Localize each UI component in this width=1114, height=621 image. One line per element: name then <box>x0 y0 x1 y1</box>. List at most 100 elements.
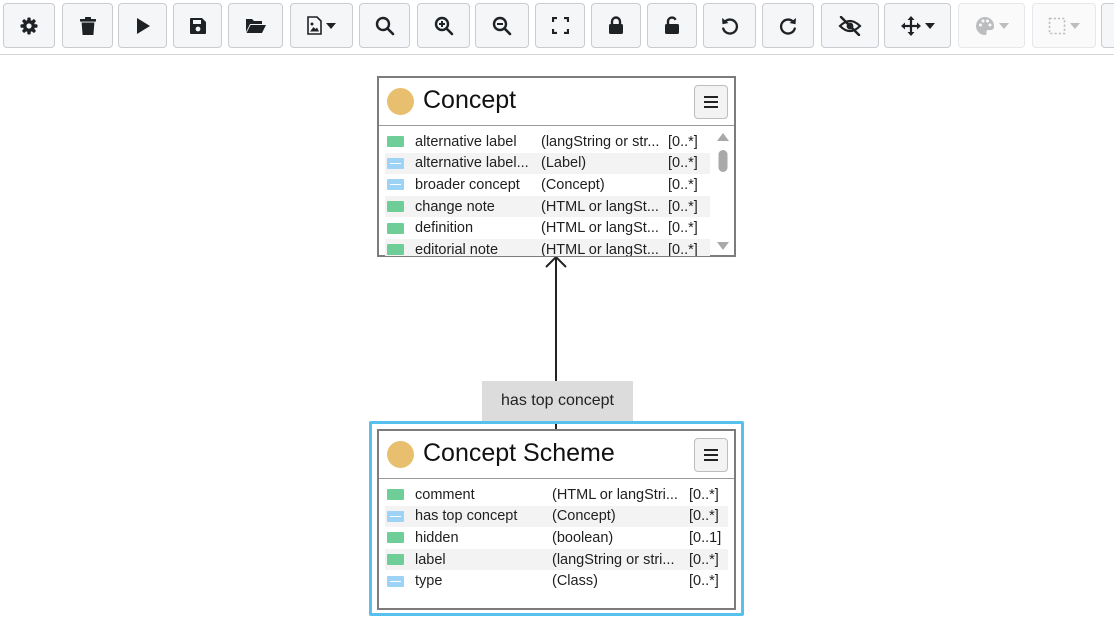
property-row[interactable]: has top concept (Concept) [0..*] <box>385 505 728 528</box>
search-button[interactable] <box>359 3 410 48</box>
property-cardinality: [0..*] <box>689 551 719 568</box>
property-row[interactable]: label (langString or stri... [0..*] <box>385 548 728 571</box>
delete-button[interactable] <box>62 3 113 48</box>
redo-button[interactable] <box>762 3 814 48</box>
toolbar <box>0 0 1114 55</box>
dashed-square-icon <box>1048 17 1066 34</box>
relation-arrow-icon <box>387 179 404 191</box>
property-cardinality: [0..*] <box>668 155 698 172</box>
property-row[interactable]: alternative label (langString or str... [0… <box>385 131 710 153</box>
property-scrollbar[interactable] <box>716 130 730 254</box>
property-row[interactable]: hidden (boolean) [0..1] <box>385 527 728 549</box>
property-range: (Class) <box>552 573 598 590</box>
class-menu-button[interactable] <box>694 438 728 472</box>
property-cardinality: [0..*] <box>689 573 719 590</box>
chevron-down-icon <box>1070 22 1080 29</box>
property-cardinality: [0..*] <box>689 508 719 525</box>
unlock-button[interactable] <box>647 3 697 48</box>
more-toolbar-button[interactable] <box>1101 3 1114 48</box>
property-cardinality: [0..*] <box>668 176 698 193</box>
relation-arrow-icon <box>387 575 404 587</box>
class-title: Concept <box>423 86 517 114</box>
property-name: type <box>415 573 443 590</box>
property-name: broader concept <box>415 176 520 193</box>
property-row[interactable]: definition (HTML or langSt... [0..*] <box>385 217 710 239</box>
fit-view-button[interactable] <box>535 3 585 48</box>
class-type-dot <box>387 88 414 115</box>
attribute-icon <box>387 136 404 148</box>
file-image-icon <box>307 16 322 35</box>
chevron-down-icon <box>998 22 1009 29</box>
hamburger-menu-icon <box>704 449 718 461</box>
property-list[interactable]: alternative label (langString or str... [0… <box>385 131 710 256</box>
unlock-icon <box>665 16 679 34</box>
scroll-up-icon <box>717 133 729 141</box>
export-image-button[interactable] <box>290 3 353 48</box>
relation-arrow-icon <box>387 510 404 522</box>
move-button[interactable] <box>884 3 951 48</box>
property-row[interactable]: change note (HTML or langSt... [0..*] <box>385 195 710 218</box>
property-range: (Label) <box>541 155 587 172</box>
edge-label[interactable]: has top concept <box>482 381 633 421</box>
attribute-icon <box>387 554 404 566</box>
property-range: (boolean) <box>552 529 614 546</box>
scroll-down-icon <box>717 242 729 250</box>
save-button[interactable] <box>173 3 222 48</box>
relation-arrow-icon <box>387 157 404 169</box>
color-button[interactable] <box>958 3 1025 48</box>
settings-button[interactable] <box>3 3 55 48</box>
search-icon <box>375 16 394 35</box>
attribute-icon <box>387 222 404 234</box>
class-concept-scheme[interactable]: Concept Scheme comment (HTML or langStri.… <box>377 429 736 610</box>
zoom-in-button[interactable] <box>417 3 470 48</box>
property-range: (HTML or langSt... <box>541 220 659 237</box>
lock-button[interactable] <box>591 3 641 48</box>
property-range: (langString or str... <box>541 133 660 150</box>
property-row[interactable]: alternative label... (Label) [0..*] <box>385 152 710 175</box>
property-range: (HTML or langStri... <box>552 486 678 503</box>
class-header[interactable]: Concept Scheme <box>379 431 734 479</box>
gear-icon <box>20 17 38 34</box>
undo-button[interactable] <box>703 3 756 48</box>
floppy-icon <box>189 17 206 34</box>
class-menu-button[interactable] <box>694 85 728 119</box>
redo-icon <box>779 17 796 35</box>
property-cardinality: [0..1] <box>689 529 722 546</box>
expand-icon <box>551 17 569 34</box>
open-button[interactable] <box>228 3 283 48</box>
attribute-icon <box>387 201 404 213</box>
property-range: (Concept) <box>541 176 605 193</box>
class-header[interactable]: Concept <box>379 78 734 126</box>
diagram-canvas[interactable]: Concept alternative label (langString or … <box>0 56 1114 621</box>
zoom-in-icon <box>434 16 453 35</box>
eye-slash-icon <box>838 15 862 36</box>
chevron-down-icon <box>326 22 336 29</box>
property-row[interactable]: editorial note (HTML or langSt... [0..*] <box>385 238 710 256</box>
border-style-button[interactable] <box>1032 3 1096 48</box>
property-range: (Concept) <box>552 508 616 525</box>
property-name: has top concept <box>415 508 518 525</box>
property-name: comment <box>415 486 475 503</box>
property-row[interactable]: comment (HTML or langStri... [0..*] <box>385 484 728 506</box>
hide-button[interactable] <box>821 3 879 48</box>
property-row[interactable]: broader concept (Concept) [0..*] <box>385 174 710 196</box>
property-cardinality: [0..*] <box>668 133 698 150</box>
property-name: change note <box>415 198 495 215</box>
lock-icon <box>609 16 623 34</box>
hamburger-menu-icon <box>704 96 718 108</box>
property-name: alternative label... <box>415 155 529 172</box>
property-cardinality: [0..*] <box>668 220 698 237</box>
class-concept[interactable]: Concept alternative label (langString or … <box>377 76 736 257</box>
property-name: alternative label <box>415 133 517 150</box>
run-button[interactable] <box>118 3 167 48</box>
property-row[interactable]: type (Class) [0..*] <box>385 570 728 592</box>
scroll-thumb <box>718 150 728 172</box>
chevron-down-icon <box>924 22 935 29</box>
zoom-out-button[interactable] <box>475 3 529 48</box>
property-cardinality: [0..*] <box>668 198 698 215</box>
property-list[interactable]: comment (HTML or langStri... [0..*] has top… <box>385 484 728 596</box>
folder-open-icon <box>245 18 266 33</box>
palette-icon <box>975 16 994 35</box>
property-range: (HTML or langSt... <box>541 198 659 215</box>
class-type-dot <box>387 441 414 468</box>
